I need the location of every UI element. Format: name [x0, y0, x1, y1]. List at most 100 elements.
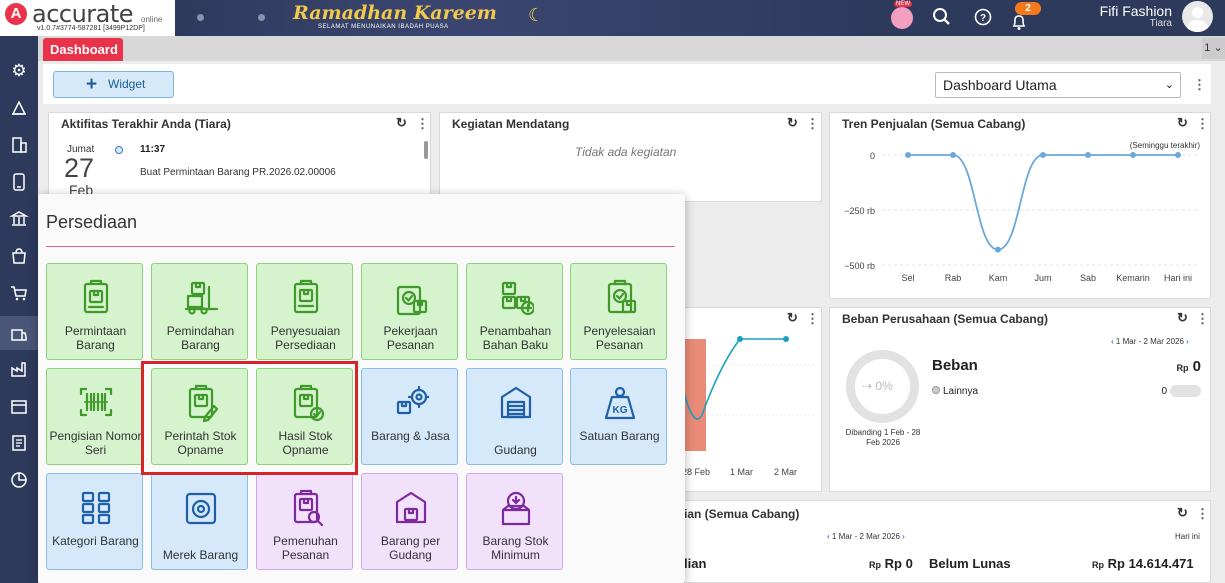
refresh-icon[interactable]: ↻ — [1177, 310, 1188, 326]
expense-value: Rp 0 — [1145, 358, 1201, 375]
search-icon[interactable] — [931, 6, 953, 28]
menu-tile-11[interactable]: Gudang — [466, 368, 563, 465]
sidebar-cart-icon[interactable] — [0, 276, 38, 310]
menu-tile-5[interactable]: Penambahan Bahan Baku — [466, 263, 563, 360]
sidebar-purchase-bag-icon[interactable] — [0, 239, 38, 273]
menu-tile-1[interactable]: Permintaan Barang — [46, 263, 143, 360]
arrow-icon: ⇢ — [862, 379, 873, 393]
refresh-icon[interactable]: ↻ — [1177, 505, 1188, 521]
sidebar-analytics-icon[interactable] — [0, 463, 38, 497]
chart-point — [1175, 152, 1181, 158]
activity-description[interactable]: Buat Permintaan Barang PR.2026.02.00006 — [140, 167, 336, 178]
crescent-moon-icon: ☾ — [528, 5, 545, 25]
y-tick-label: 0 — [870, 151, 875, 161]
minimum-stock-icon — [498, 489, 533, 527]
panel-menu-icon[interactable]: ⋮ — [806, 116, 819, 132]
panel-menu-icon[interactable]: ⋮ — [1196, 506, 1209, 522]
sidebar-inventory-icon[interactable] — [0, 316, 38, 350]
menu-tile-16[interactable]: Barang per Gudang — [361, 473, 458, 570]
panel-menu-icon[interactable]: ⋮ — [416, 116, 429, 132]
sidebar-sales-icon[interactable] — [0, 91, 38, 125]
logo-text: accurate — [32, 0, 134, 28]
panel-menu-icon[interactable]: ⋮ — [1196, 116, 1209, 132]
popup-title: Persediaan — [46, 212, 138, 232]
sidebar-building-icon[interactable] — [0, 128, 38, 162]
sales-trend-chart: 0 −250 rb −500 rb (Seminggu terakhir) Sel Rab… — [844, 141, 1200, 283]
refresh-icon[interactable]: ↻ — [396, 115, 407, 131]
chevron-left-icon[interactable]: ‹ — [1111, 337, 1114, 346]
menu-tile-14[interactable]: Merek Barang — [151, 473, 248, 570]
tile-label: Pemenuhan Pesanan — [273, 534, 338, 562]
menu-tile-7[interactable]: Pengisian Nomor Seri — [46, 368, 143, 465]
chart-point — [783, 336, 789, 342]
panel-menu-icon[interactable]: ⋮ — [1196, 311, 1209, 327]
user-name[interactable]: Tiara — [1083, 18, 1172, 29]
refresh-icon[interactable]: ↻ — [787, 310, 798, 326]
toolbar-menu-icon[interactable]: ⋮ — [1193, 77, 1206, 93]
x-tick-label: Kemarin — [1116, 273, 1150, 283]
x-tick-label: Jum — [1034, 273, 1051, 283]
weight-kg-icon: KG — [602, 384, 637, 422]
chevron-right-icon[interactable]: › — [1186, 337, 1189, 346]
add-widget-button[interactable]: + Widget — [53, 71, 174, 98]
banner-title: Ramadhan Kareem — [293, 2, 497, 24]
receivable-period[interactable]: ‹ 1 Mar - 2 Mar 2026 › — [827, 532, 905, 541]
menu-tile-2[interactable]: Pemindahan Barang — [151, 263, 248, 360]
x-tick-label: 2 Mar — [774, 467, 798, 477]
sidebar-device-icon[interactable] — [0, 165, 38, 199]
tile-label: Barang Stok Minimum — [482, 534, 549, 562]
activity-scrollbar[interactable] — [424, 141, 428, 159]
expense-period[interactable]: ‹ 1 Mar - 2 Mar 2026 › — [1111, 337, 1189, 346]
sidebar-factory-icon[interactable] — [0, 352, 38, 386]
sidebar-report-icon[interactable] — [0, 426, 38, 460]
chevron-left-icon[interactable]: ‹ — [827, 532, 830, 541]
tile-label: Pekerjaan Pesanan — [383, 324, 438, 352]
currency-label: Rp — [869, 560, 881, 570]
svg-text:KG: KG — [613, 405, 628, 416]
mascot-icon[interactable] — [891, 7, 913, 29]
x-tick-label: 28 Feb — [682, 467, 711, 477]
menu-tile-15[interactable]: Pemenuhan Pesanan — [256, 473, 353, 570]
barcode-icon — [78, 384, 113, 422]
series-line — [908, 154, 1178, 251]
avatar[interactable] — [1182, 1, 1213, 32]
menu-tile-6[interactable]: Penyelesaian Pesanan — [570, 263, 667, 360]
company-name[interactable]: Fifi Fashion — [1083, 3, 1172, 19]
tile-label: Barang per Gudang — [380, 534, 441, 562]
receivable-left-label: lian — [684, 556, 707, 571]
settings-icon[interactable]: ⚙ — [0, 54, 38, 88]
sidebar-calendar-icon[interactable] — [0, 389, 38, 423]
x-tick-label: Hari ini — [1164, 273, 1192, 283]
brand-icon — [183, 489, 218, 527]
x-tick-label: Sel — [901, 273, 914, 283]
refresh-icon[interactable]: ↻ — [787, 115, 798, 131]
menu-tile-3[interactable]: Penyesuaian Persediaan — [256, 263, 353, 360]
menu-tile-17[interactable]: Barang Stok Minimum — [466, 473, 563, 570]
legend-bar — [1170, 385, 1201, 397]
sidebar-bank-icon[interactable] — [0, 202, 38, 236]
donut-percent-value: 0% — [875, 379, 893, 393]
widget-button-label: Widget — [108, 77, 146, 91]
refresh-icon[interactable]: ↻ — [1177, 115, 1188, 131]
legend-value: 0 — [1161, 386, 1167, 397]
legend-item-lainnya: Lainnya — [932, 386, 978, 397]
order-complete-icon — [602, 279, 637, 317]
timeline-dot — [115, 146, 123, 154]
accurate-logo-icon: A — [5, 3, 27, 25]
y-tick-label: −250 rb — [844, 206, 875, 216]
tile-label: Satuan Barang — [579, 429, 660, 443]
logo[interactable]: A accurate online v1.0.7#3774-587281 [34… — [0, 0, 175, 36]
chart-bar — [684, 339, 706, 451]
menu-tile-12[interactable]: KG Satuan Barang — [570, 368, 667, 465]
chevron-right-icon[interactable]: › — [902, 532, 905, 541]
today-label: Hari ini — [1175, 532, 1200, 541]
dashboard-select[interactable]: Dashboard Utama ⌄ — [935, 72, 1181, 98]
menu-tile-13[interactable]: Kategori Barang — [46, 473, 143, 570]
tile-label: Penyelesaian Pesanan — [583, 324, 656, 352]
tile-label: Penambahan Bahan Baku — [479, 324, 552, 352]
tab-count-dropdown[interactable]: 1 ⌄ — [1202, 38, 1225, 59]
tab-dashboard[interactable]: Dashboard — [43, 38, 123, 61]
menu-tile-10[interactable]: Barang & Jasa — [361, 368, 458, 465]
menu-tile-4[interactable]: Pekerjaan Pesanan — [361, 263, 458, 360]
help-icon[interactable]: ? — [972, 6, 994, 28]
